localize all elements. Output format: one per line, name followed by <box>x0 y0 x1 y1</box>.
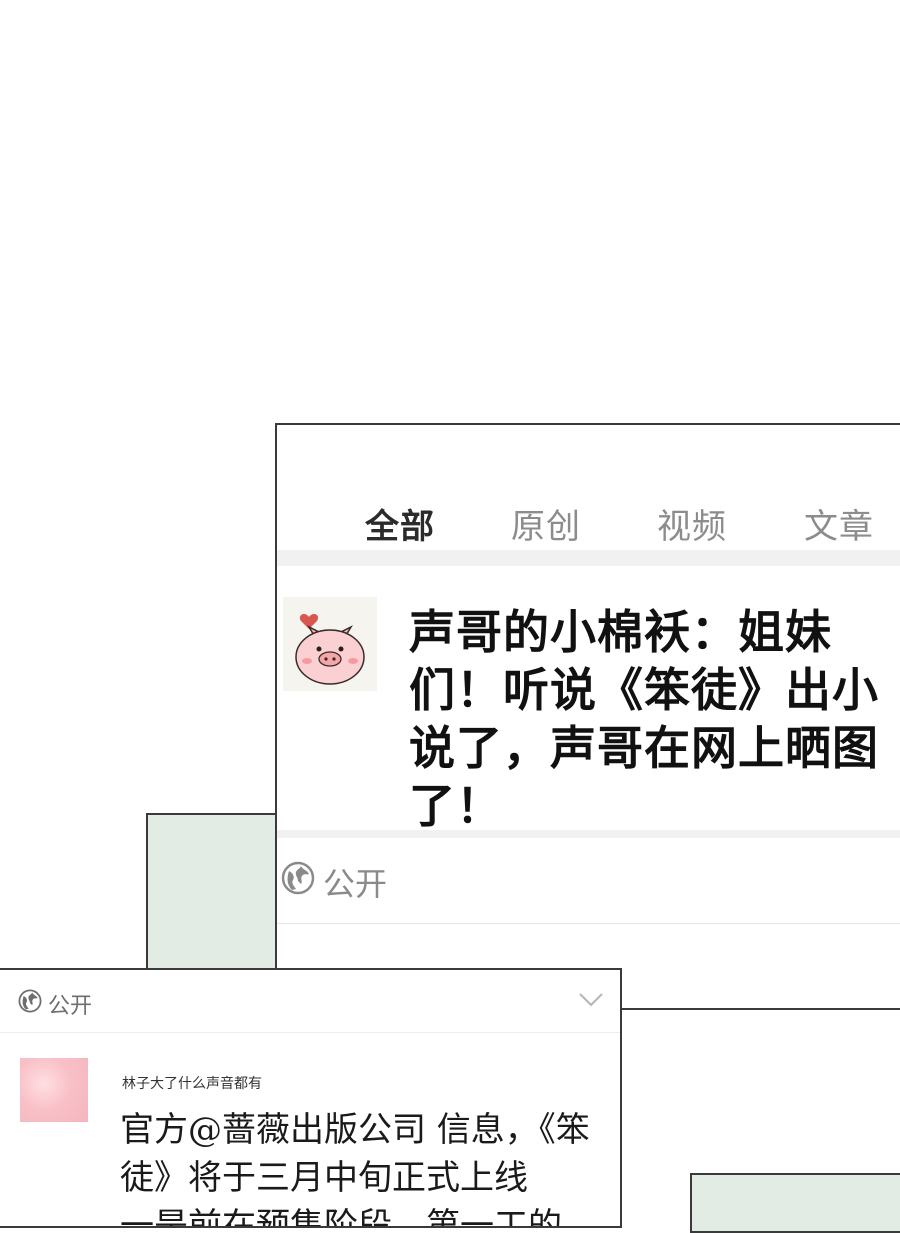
privacy-label: 公开 <box>48 994 93 1019</box>
top-strip <box>277 425 900 448</box>
tab-article[interactable]: 文章 <box>804 499 874 548</box>
divider <box>277 550 900 566</box>
decorative-green-panel-corner <box>690 1173 900 1233</box>
globe-icon <box>281 861 315 903</box>
post-text-cut: 一是前在预售阶段，第一工的 <box>120 1206 562 1228</box>
privacy-label: 公开 <box>323 865 388 903</box>
avatar[interactable] <box>20 1058 88 1122</box>
divider <box>277 923 900 924</box>
tab-video[interactable]: 视频 <box>657 499 727 548</box>
privacy-indicator[interactable]: 公开 <box>18 988 92 1020</box>
divider <box>0 1032 620 1033</box>
post-text: 官方@蔷薇出版公司 信息，《笨徒》将于三月中旬正式上线 一是前在预售阶段，第一工… <box>120 1106 590 1228</box>
post-text-main: 官方@蔷薇出版公司 信息，《笨徒》将于三月中旬正式上线 <box>120 1110 590 1198</box>
second-post-panel: 公开 林子大了什么声音都有 官方@蔷薇出版公司 信息，《笨徒》将于三月中旬正式上… <box>0 968 622 1228</box>
divider <box>277 830 900 838</box>
tab-bar: 全部 原创 视频 文章 <box>277 447 900 567</box>
username[interactable]: 林子大了什么声音都有 <box>122 1073 262 1093</box>
pig-avatar-icon[interactable] <box>283 597 377 691</box>
tab-original[interactable]: 原创 <box>511 499 581 548</box>
feed-panel: 全部 原创 视频 文章 声哥的小棉袄：姐妹们！听说《笨徒》出小说了，声哥在网上晒… <box>275 423 900 1010</box>
privacy-indicator[interactable]: 公开 <box>281 861 388 903</box>
chevron-down-icon[interactable] <box>578 992 604 1008</box>
post-text: 声哥的小棉袄：姐妹们！听说《笨徒》出小说了，声哥在网上晒图了！ <box>409 605 879 833</box>
globe-icon <box>18 989 42 1019</box>
tab-all[interactable]: 全部 <box>365 499 435 548</box>
